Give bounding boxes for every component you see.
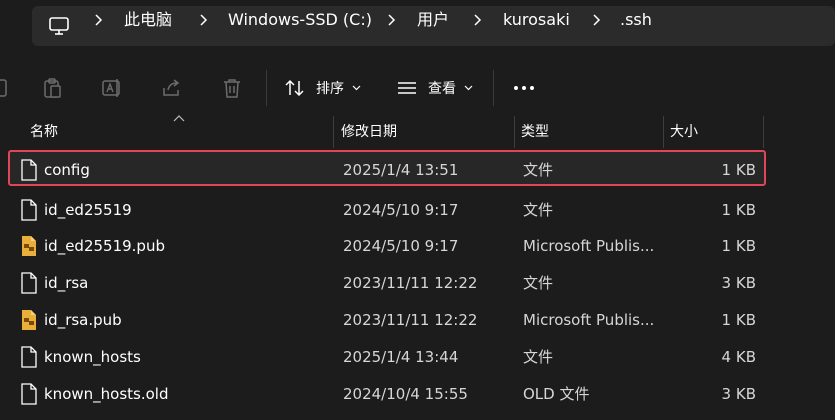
file-type: Microsoft Publis... [523,311,655,329]
computer-icon[interactable] [48,16,70,36]
share-icon[interactable] [160,76,184,100]
file-icon [21,346,37,368]
file-size: 1 KB [721,161,756,179]
file-row[interactable]: known_hosts.old 2024/10/4 15:55 OLD 文件 3… [10,376,768,412]
file-size: 1 KB [721,311,756,329]
copy-icon[interactable] [0,76,12,100]
column-header: 名称 修改日期 类型 大小 [0,116,835,148]
chevron-right-icon[interactable] [472,14,482,26]
more-options-icon[interactable] [512,84,536,92]
column-divider[interactable] [663,116,664,148]
sort-icon [285,79,304,97]
file-name: config [44,161,90,179]
sort-label: 排序 [316,81,344,97]
column-divider[interactable] [333,116,334,148]
file-type: Microsoft Publis... [523,237,655,255]
file-row[interactable]: id_rsa 2023/11/11 12:22 文件 3 KB [10,265,768,301]
breadcrumb-item[interactable]: 用户 [417,0,449,40]
file-type: 文件 [523,161,554,179]
file-name: id_ed25519.pub [44,237,165,255]
file-date: 2024/5/10 9:17 [343,237,459,255]
file-name: id_rsa [44,274,89,292]
rename-icon[interactable] [100,76,124,100]
column-header-size[interactable]: 大小 [670,116,698,148]
sort-button[interactable]: 排序 [284,70,371,106]
file-row[interactable]: known_hosts 2025/1/4 13:44 文件 4 KB [10,339,768,375]
file-date: 2023/11/11 12:22 [343,311,478,329]
publisher-file-icon [22,310,36,330]
toolbar-divider [266,70,267,106]
chevron-right-icon[interactable] [93,14,103,26]
file-icon [21,383,37,405]
file-type: OLD 文件 [523,385,590,403]
file-size: 1 KB [721,237,756,255]
file-name: id_rsa.pub [44,311,122,329]
file-row[interactable]: id_ed25519 2024/5/10 9:17 文件 1 KB [10,192,768,228]
chevron-down-icon [352,85,361,91]
chevron-right-icon[interactable] [591,14,601,26]
file-icon [21,159,37,181]
paste-icon[interactable] [40,76,64,100]
column-divider[interactable] [763,116,764,148]
chevron-right-icon[interactable] [386,14,396,26]
file-size: 4 KB [721,348,756,366]
toolbar-divider [493,70,494,106]
file-icon [21,199,37,221]
chevron-down-icon [464,85,473,91]
file-type: 文件 [523,274,554,292]
breadcrumb-item-current[interactable]: .ssh [620,0,652,40]
file-row[interactable]: id_rsa.pub 2023/11/11 12:22 Microsoft Pu… [10,302,768,338]
column-header-type[interactable]: 类型 [521,116,549,148]
column-header-date[interactable]: 修改日期 [341,116,397,148]
file-name: known_hosts [44,348,141,366]
chevron-right-icon[interactable] [198,14,208,26]
column-divider[interactable] [514,116,515,148]
file-icon [21,272,37,294]
view-label: 查看 [428,81,456,97]
file-type: 文件 [523,201,554,219]
file-size: 3 KB [721,385,756,403]
breadcrumb-item[interactable]: kurosaki [503,0,570,40]
breadcrumb-item[interactable]: Windows-SSD (C:) [228,0,372,40]
file-date: 2024/10/4 15:55 [343,385,468,403]
file-name: known_hosts.old [44,385,169,403]
column-header-name[interactable]: 名称 [30,116,58,148]
file-date: 2025/1/4 13:51 [343,161,459,179]
file-row-selected[interactable]: config 2025/1/4 13:51 文件 1 KB [8,150,766,186]
file-name: id_ed25519 [44,201,132,219]
delete-icon[interactable] [220,76,244,100]
view-icon [398,82,416,94]
file-type: 文件 [523,348,554,366]
publisher-file-icon [22,236,36,256]
breadcrumb-item[interactable]: 此电脑 [124,0,172,40]
view-button[interactable]: 查看 [396,70,483,106]
file-row[interactable]: id_ed25519.pub 2024/5/10 9:17 Microsoft … [10,228,768,264]
file-size: 3 KB [721,274,756,292]
file-date: 2023/11/11 12:22 [343,274,478,292]
file-date: 2024/5/10 9:17 [343,201,459,219]
file-size: 1 KB [721,201,756,219]
file-date: 2025/1/4 13:44 [343,348,459,366]
